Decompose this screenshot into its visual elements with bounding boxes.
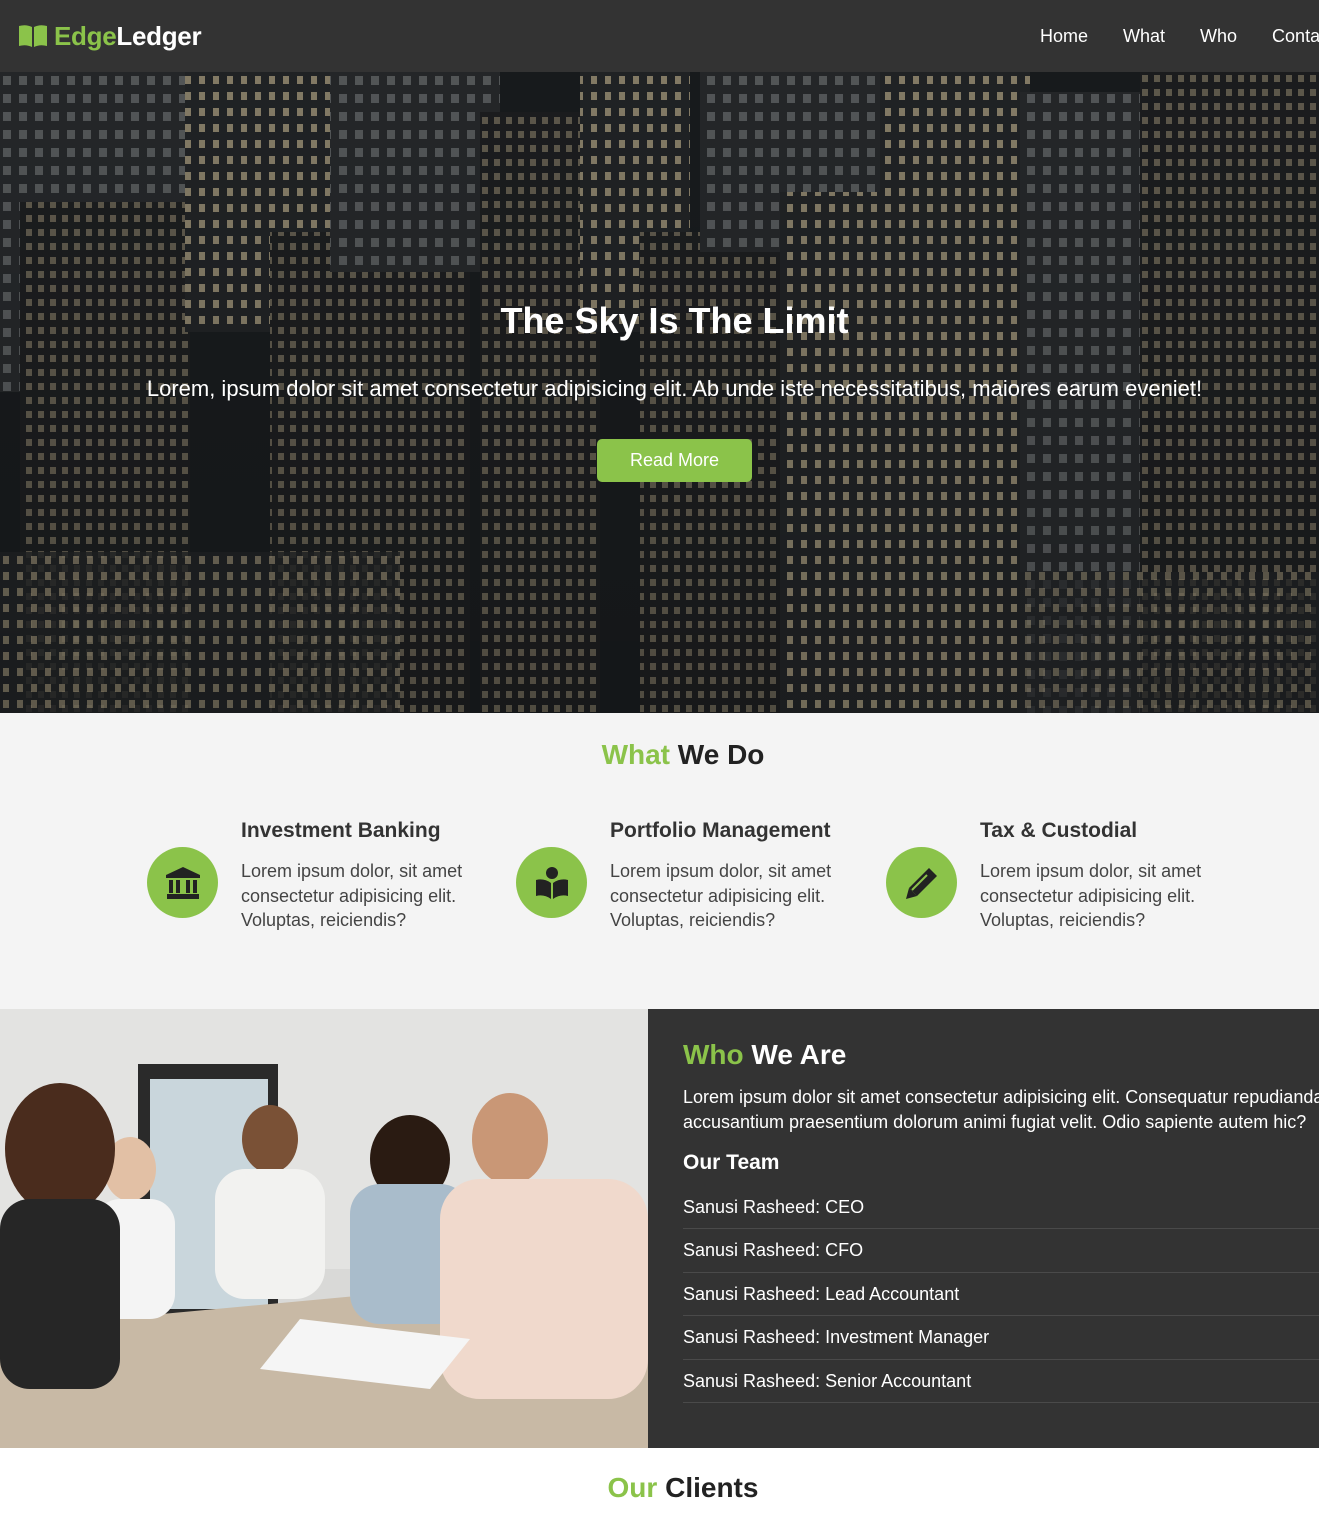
what-we-do-title: What We Do <box>0 739 1319 771</box>
service-text: Lorem ipsum dolor, sit amet consectetur … <box>610 861 832 930</box>
who-title-accent: Who <box>683 1039 744 1070</box>
clients-section: Our Clients <box>0 1448 1319 1530</box>
nav-link-contact[interactable]: Contac <box>1272 26 1319 47</box>
brand-name: EdgeLedger <box>54 20 202 52</box>
service-icon-circle <box>886 847 957 918</box>
team-title: Our Team <box>683 1151 780 1174</box>
what-title-rest: We Do <box>670 739 765 770</box>
service-portfolio-management: Portfolio Management Lorem ipsum dolor, … <box>516 819 846 949</box>
clients-title: Our Clients <box>0 1472 1319 1504</box>
service-title: Tax & Custodial <box>980 819 1138 842</box>
hero-subtitle: Lorem, ipsum dolor sit amet consectetur … <box>146 376 1203 401</box>
clients-title-rest: Clients <box>657 1472 759 1503</box>
hero-title-wrap: The Sky Is The Limit <box>0 300 1319 342</box>
nav-link-who[interactable]: Who <box>1200 26 1237 47</box>
reading-book-icon <box>535 866 568 899</box>
nav-menu: Home What Who Contac <box>1040 0 1319 72</box>
what-we-do-section: What We Do Investment Banking Lorem ipsu… <box>0 713 1319 1009</box>
team-meeting-photo <box>0 1009 648 1448</box>
service-tax-custodial: Tax & Custodial Lorem ipsum dolor, sit a… <box>886 819 1216 949</box>
service-text: Lorem ipsum dolor, sit amet consectetur … <box>980 861 1202 930</box>
team-list: Sanusi Rasheed: CEO Sanusi Rasheed: CFO … <box>683 1186 1319 1403</box>
team-member: Sanusi Rasheed: Investment Manager <box>683 1316 1319 1360</box>
team-member: Sanusi Rasheed: Senior Accountant <box>683 1360 1319 1403</box>
clients-title-accent: Our <box>607 1472 658 1503</box>
logo[interactable]: EdgeLedger <box>18 18 202 54</box>
bank-icon <box>165 866 200 899</box>
nav-link-what[interactable]: What <box>1123 26 1165 47</box>
service-icon-circle <box>516 847 587 918</box>
who-we-are-section: Who We Are Lorem ipsum dolor sit amet co… <box>648 1009 1319 1448</box>
hero-title: The Sky Is The Limit <box>500 300 849 341</box>
who-we-are-text: Lorem ipsum dolor sit amet consectetur a… <box>683 1087 1319 1132</box>
service-investment-banking: Investment Banking Lorem ipsum dolor, si… <box>147 819 477 949</box>
team-member: Sanusi Rasheed: Lead Accountant <box>683 1273 1319 1317</box>
team-member: Sanusi Rasheed: CEO <box>683 1186 1319 1230</box>
service-icon-circle <box>147 847 218 918</box>
service-text: Lorem ipsum dolor, sit amet consectetur … <box>241 861 463 930</box>
service-title: Portfolio Management <box>610 819 831 842</box>
nav-link-home[interactable]: Home <box>1040 26 1088 47</box>
what-title-accent: What <box>601 739 671 770</box>
who-title-rest: We Are <box>743 1039 847 1070</box>
navbar: EdgeLedger Home What Who Contac <box>0 0 1319 72</box>
hero-section: The Sky Is The Limit Lorem, ipsum dolor … <box>0 72 1319 713</box>
service-title: Investment Banking <box>241 819 441 842</box>
who-we-are-title: Who We Are <box>683 1039 846 1071</box>
brand-part-2: Ledger <box>116 20 202 51</box>
pencil-icon <box>905 867 937 899</box>
brand-part-1: Edge <box>54 20 117 51</box>
read-more-button[interactable]: Read More <box>597 439 752 482</box>
book-open-icon <box>19 25 47 47</box>
team-member: Sanusi Rasheed: CFO <box>683 1229 1319 1273</box>
